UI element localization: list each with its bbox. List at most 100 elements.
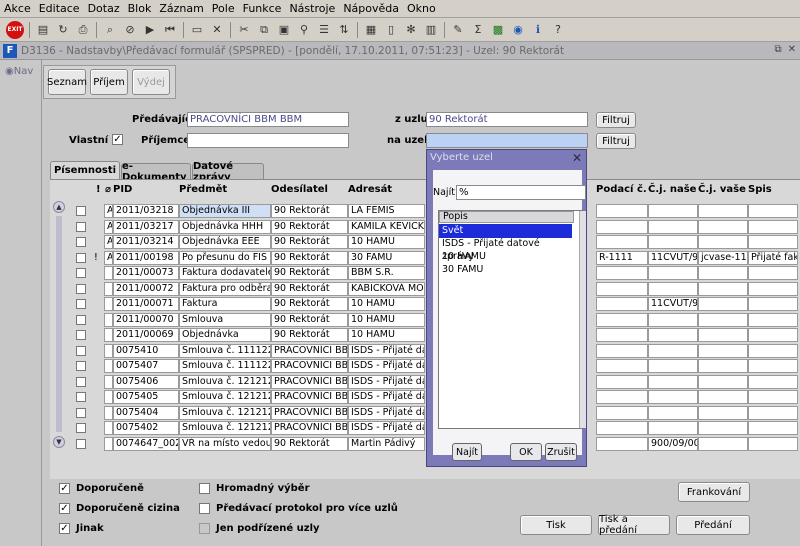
- cell-predmet[interactable]: Objednávka HHH: [179, 219, 271, 234]
- dialog-list-scrollbar[interactable]: [579, 211, 586, 428]
- table-row[interactable]: 0075406Smlouva č. 12121212PRACOVNÍCI BBM…: [50, 374, 800, 390]
- execute-icon[interactable]: ▶: [142, 22, 158, 38]
- nav-button[interactable]: ◉Nav: [5, 66, 41, 77]
- sort-icon[interactable]: ⇅: [336, 22, 352, 38]
- cell-cj-vase[interactable]: [698, 436, 748, 451]
- cell-odesilatel[interactable]: PRACOVNÍCI BBM B: [271, 343, 348, 358]
- query-icon[interactable]: ⌕: [102, 22, 118, 38]
- cell-spis[interactable]: [748, 204, 798, 218]
- cell-cj-nase[interactable]: 11CVUT/900: [648, 250, 698, 265]
- exit-icon[interactable]: EXIT: [6, 20, 24, 39]
- cell-predmet[interactable]: Objednávka EEE: [179, 235, 271, 249]
- cell-cj-nase[interactable]: [648, 374, 698, 389]
- row-select-checkbox[interactable]: [76, 438, 86, 449]
- cell-cj-nase[interactable]: [648, 235, 698, 249]
- menu-akce[interactable]: Akce: [0, 0, 35, 18]
- cell-adresat[interactable]: 10 HAMU: [348, 235, 425, 249]
- cell-adresat[interactable]: 10 HAMU: [348, 297, 425, 311]
- first-record-icon[interactable]: ⏮: [162, 22, 178, 38]
- row-select-checkbox[interactable]: [76, 252, 86, 263]
- cell-spis[interactable]: [748, 328, 798, 342]
- menu-nastroje[interactable]: Nástroje: [285, 0, 339, 18]
- cell-predmet[interactable]: Objednávka: [179, 328, 271, 342]
- row-select-checkbox[interactable]: [76, 423, 86, 433]
- table-row[interactable]: A 2011/03217 Objednávka HHH 90 Rektorát KAMI…: [50, 219, 800, 235]
- dialog-close-icon[interactable]: ✕: [572, 151, 582, 165]
- cell-adresat[interactable]: KAMILA KEVICKÁ: [348, 219, 425, 234]
- cell-pid[interactable]: 0075405: [113, 390, 179, 404]
- menu-funkce[interactable]: Funkce: [239, 0, 286, 18]
- cell-adresat[interactable]: ISDS - Přijaté datové: [348, 374, 425, 389]
- cell-cj-vase[interactable]: [698, 235, 748, 249]
- row-select-checkbox[interactable]: [76, 237, 86, 247]
- menu-dotaz[interactable]: Dotaz: [84, 0, 124, 18]
- dialog-ok-button[interactable]: OK: [510, 443, 542, 461]
- dialog-list-item[interactable]: 30 FAMU: [439, 263, 572, 277]
- cell-spis[interactable]: [748, 405, 798, 420]
- help-book-icon[interactable]: ◉: [510, 22, 526, 38]
- menu-pole[interactable]: Pole: [208, 0, 239, 18]
- cell-adresat[interactable]: KABIČKOVÁ MONIK: [348, 281, 425, 296]
- cell-podaci[interactable]: [596, 343, 648, 358]
- filter-icon[interactable]: ⊘: [122, 22, 138, 38]
- cell-cj-nase[interactable]: [648, 312, 698, 327]
- cell-predmet[interactable]: Smlouva č. 12121212: [179, 405, 271, 420]
- document-icon[interactable]: ▯: [383, 22, 399, 38]
- table-row[interactable]: 0075405Smlouva č. 12121212PRACOVNÍCI BBM…: [50, 390, 800, 405]
- table-row[interactable]: 0075402Smlouva č. 12121212PRACOVNÍCI BBM…: [50, 421, 800, 436]
- cell-spis[interactable]: [748, 359, 798, 373]
- cell-adresat[interactable]: ISDS - Přijaté datové: [348, 359, 425, 373]
- cell-cj-vase[interactable]: [698, 343, 748, 358]
- cell-odesilatel[interactable]: 90 Rektorát: [271, 328, 348, 342]
- excel-icon[interactable]: ▩: [490, 22, 506, 38]
- cell-adresat[interactable]: ISDS - Přijaté datové: [348, 421, 425, 435]
- cell-podaci[interactable]: [596, 281, 648, 296]
- cell-odesilatel[interactable]: 90 Rektorát: [271, 312, 348, 327]
- cell-podaci[interactable]: [596, 328, 648, 342]
- menu-napoveda[interactable]: Nápověda: [339, 0, 403, 18]
- cell-predmet[interactable]: Po přesunu do FIS: [179, 250, 271, 265]
- cell-predmet[interactable]: Faktura dodavatele: [179, 266, 271, 280]
- cell-predmet[interactable]: Smlouva č. 11112223: [179, 343, 271, 358]
- row-select-checkbox[interactable]: [76, 345, 86, 356]
- cell-odesilatel[interactable]: 90 Rektorát: [271, 266, 348, 280]
- dialog-list-item[interactable]: ISDS - Přijaté datové zprávy: [439, 237, 572, 262]
- cell-pid[interactable]: 2011/03214: [113, 235, 179, 249]
- calculator-icon[interactable]: ▦: [363, 22, 379, 38]
- row-select-checkbox[interactable]: [76, 376, 86, 387]
- tisk-button[interactable]: Tisk: [520, 515, 592, 535]
- cell-pid[interactable]: 2011/00072: [113, 281, 179, 296]
- cell-predmet[interactable]: Faktura: [179, 297, 271, 311]
- cell-cj-nase[interactable]: [648, 343, 698, 358]
- cell-adresat[interactable]: 30 FAMU: [348, 250, 425, 265]
- cell-pid[interactable]: 2011/03218: [113, 204, 179, 218]
- cell-podaci[interactable]: R-1111: [596, 250, 648, 265]
- cell-pid[interactable]: 0075402: [113, 421, 179, 435]
- cell-podaci[interactable]: [596, 312, 648, 327]
- cell-pid[interactable]: 2011/00073: [113, 266, 179, 280]
- cell-spis[interactable]: Přijaté fakt: [748, 250, 798, 265]
- podrizene-uzly-checkbox[interactable]: [199, 523, 210, 534]
- row-select-checkbox[interactable]: [76, 330, 86, 340]
- doporucene-checkbox[interactable]: ✓: [59, 483, 70, 494]
- cell-odesilatel[interactable]: 90 Rektorát: [271, 281, 348, 296]
- tab-pisemnosti[interactable]: Písemnosti: [50, 161, 120, 179]
- cell-cj-vase[interactable]: [698, 312, 748, 327]
- cell-cj-nase[interactable]: [648, 281, 698, 296]
- cell-cj-vase[interactable]: [698, 421, 748, 435]
- cell-odesilatel[interactable]: PRACOVNÍCI BBM B: [271, 374, 348, 389]
- row-select-checkbox[interactable]: [76, 299, 86, 309]
- cell-cj-vase[interactable]: [698, 297, 748, 311]
- dialog-zrusit-button[interactable]: Zrušit: [545, 443, 577, 461]
- cell-cj-vase[interactable]: [698, 219, 748, 234]
- cell-podaci[interactable]: [596, 374, 648, 389]
- cell-predmet[interactable]: Smlouva č. 12121212: [179, 374, 271, 389]
- tisk-a-predani-button[interactable]: Tisk a předání: [598, 514, 670, 536]
- cell-adresat[interactable]: ISDS - Přijaté datové: [348, 390, 425, 404]
- paste-icon[interactable]: ▣: [276, 22, 292, 38]
- cell-adresat[interactable]: LA FEMIS: [348, 204, 425, 218]
- dialog-list-item[interactable]: Svět: [439, 224, 572, 238]
- seznam-button[interactable]: Seznam: [47, 69, 87, 95]
- dialog-list-item[interactable]: 10 HAMU: [439, 250, 572, 264]
- vydej-button[interactable]: Výdej: [132, 69, 170, 95]
